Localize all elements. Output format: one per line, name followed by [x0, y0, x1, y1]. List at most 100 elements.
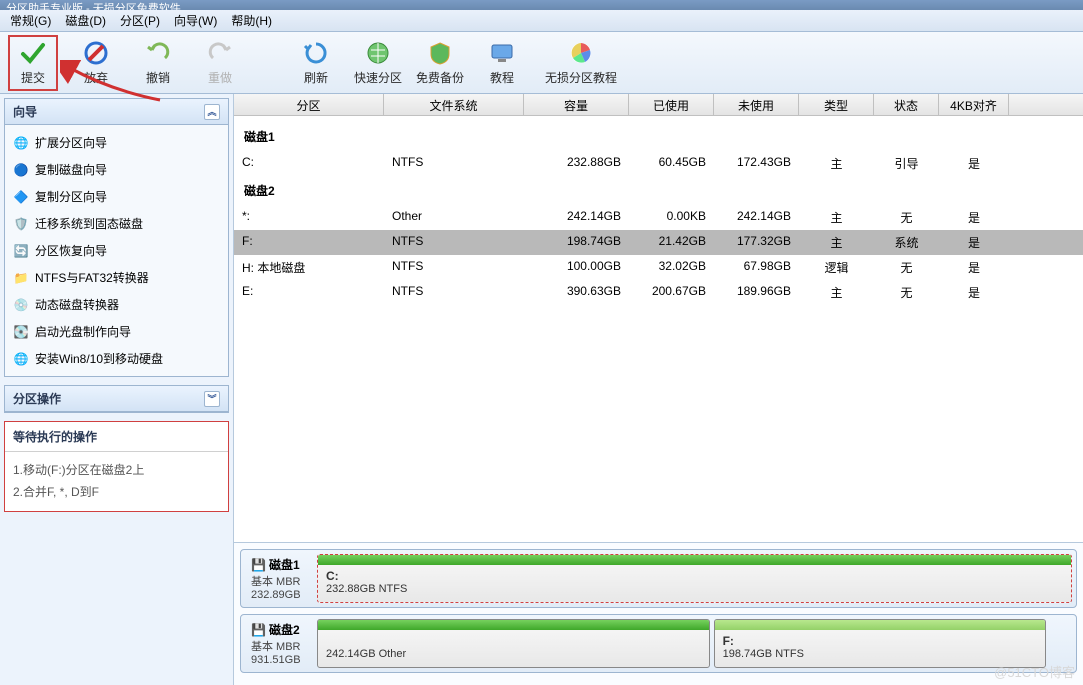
cell: 21.42GB [629, 233, 714, 252]
disk-sub: 基本 MBR [251, 638, 311, 654]
disk-icon: 💾 [251, 623, 266, 637]
refresh-button[interactable]: 刷新 [292, 36, 340, 90]
backup-button[interactable]: 免费备份 [416, 36, 464, 90]
wizard-item[interactable]: 💿动态磁盘转换器 [5, 291, 228, 318]
menu-item[interactable]: 帮助(H) [225, 10, 278, 31]
commit-label: 提交 [21, 69, 45, 86]
cell: 242.14GB [714, 208, 799, 227]
wizard-icon: 🔷 [13, 189, 29, 205]
partition-bar[interactable]: C:232.88GB NTFS [317, 554, 1072, 603]
cell: F: [234, 233, 384, 252]
cell: 67.98GB [714, 258, 799, 277]
cell: NTFS [384, 258, 524, 277]
undo-button[interactable]: 撤销 [134, 36, 182, 90]
disk-map: 💾磁盘2基本 MBR931.51GB242.14GB OtherF:198.74… [240, 614, 1077, 673]
partition-bar[interactable]: 242.14GB Other [317, 619, 710, 668]
cell: 是 [939, 208, 1009, 227]
wizard-label: 启动光盘制作向导 [35, 323, 131, 340]
wizard-panel-title: 向导 [13, 103, 37, 120]
partition-bar[interactable]: F:198.74GB NTFS [714, 619, 1046, 668]
pending-item: 1.移动(F:)分区在磁盘2上 [13, 460, 220, 482]
wizard-panel: 向导 ︽ 🌐扩展分区向导🔵复制磁盘向导🔷复制分区向导 🛡️ 迁移系统到固态磁盘 🔄分区… [4, 98, 229, 377]
refresh-label: 刷新 [304, 69, 328, 86]
partition-row[interactable]: H: 本地磁盘NTFS100.00GB32.02GB67.98GB逻辑无是 [234, 255, 1083, 280]
cell: NTFS [384, 283, 524, 302]
menu-item[interactable]: 向导(W) [168, 10, 223, 31]
wizard-item[interactable]: 🌐扩展分区向导 [5, 129, 228, 156]
redo-button[interactable]: 重做 [196, 36, 244, 90]
partition-stripe [318, 555, 1071, 565]
quick-partition-button[interactable]: 快速分区 [354, 36, 402, 90]
partition-row[interactable]: *:Other242.14GB0.00KB242.14GB主无是 [234, 205, 1083, 230]
cell: 60.45GB [629, 154, 714, 173]
partition-row[interactable]: C:NTFS232.88GB60.45GB172.43GB主引导是 [234, 151, 1083, 176]
partition-grid-body: 磁盘1C:NTFS232.88GB60.45GB172.43GB主引导是磁盘2*… [234, 116, 1083, 542]
column-header[interactable]: 容量 [524, 94, 629, 115]
partition-stripe [715, 620, 1045, 630]
wizard-label: 安装Win8/10到移动硬盘 [35, 350, 163, 367]
partition-bar-label: F:198.74GB NTFS [715, 630, 1045, 664]
wizard-item[interactable]: 💽启动光盘制作向导 [5, 318, 228, 345]
cell: H: 本地磁盘 [234, 258, 384, 277]
wizard-item[interactable]: 🌐 安装Win8/10到移动硬盘 [5, 345, 228, 372]
sidebar: 向导 ︽ 🌐扩展分区向导🔵复制磁盘向导🔷复制分区向导 🛡️ 迁移系统到固态磁盘 🔄分区… [0, 94, 234, 685]
disk-size: 232.89GB [251, 589, 311, 601]
column-header[interactable]: 文件系统 [384, 94, 524, 115]
column-header[interactable]: 未使用 [714, 94, 799, 115]
wizard-label: 动态磁盘转换器 [35, 296, 119, 313]
cell: *: [234, 208, 384, 227]
colorwheel-icon [567, 39, 595, 67]
redo-icon [206, 39, 234, 67]
cell: 逻辑 [799, 258, 874, 277]
disk-sub: 基本 MBR [251, 573, 311, 589]
toolbar: 提交 放弃 撤销 重做 刷新 快速分区 免费备份 教程 无损分区教程 [0, 32, 1083, 94]
cell: 无 [874, 283, 939, 302]
menu-item[interactable]: 常规(G) [4, 10, 57, 31]
column-header[interactable]: 分区 [234, 94, 384, 115]
pending-operations-panel: 等待执行的操作 1.移动(F:)分区在磁盘2上2.合并F, *, D到F [4, 421, 229, 512]
menu-item[interactable]: 分区(P) [114, 10, 166, 31]
wizard-label: 迁移系统到固态磁盘 [35, 215, 143, 232]
column-header[interactable]: 状态 [874, 94, 939, 115]
undo-icon [144, 39, 172, 67]
wizard-icon: 🛡️ [13, 216, 29, 232]
partition-row[interactable]: E:NTFS390.63GB200.67GB189.96GB主无是 [234, 280, 1083, 305]
disk-map-area: 💾磁盘1基本 MBR232.89GBC:232.88GB NTFS💾磁盘2基本 … [234, 542, 1083, 685]
cell: 系统 [874, 233, 939, 252]
menu-bar: 常规(G)磁盘(D)分区(P)向导(W)帮助(H) [0, 10, 1083, 32]
wizard-item[interactable]: 📁NTFS与FAT32转换器 [5, 264, 228, 291]
cell: 是 [939, 154, 1009, 173]
cell: 390.63GB [524, 283, 629, 302]
monitor-icon [488, 39, 516, 67]
wizard-item[interactable]: 🔵复制磁盘向导 [5, 156, 228, 183]
wizard-icon: 🌐 [13, 351, 29, 367]
quick-label: 快速分区 [354, 69, 402, 86]
wizard-item[interactable]: 🔄分区恢复向导 [5, 237, 228, 264]
wizard-item[interactable]: 🛡️ 迁移系统到固态磁盘 [5, 210, 228, 237]
commit-button[interactable]: 提交 [10, 36, 56, 90]
collapse-icon[interactable]: ︽ [204, 104, 220, 120]
wizard-icon: 🔄 [13, 243, 29, 259]
cell: 172.43GB [714, 154, 799, 173]
discard-icon [82, 39, 110, 67]
wizard-item[interactable]: 🔷复制分区向导 [5, 183, 228, 210]
tutorial-button[interactable]: 教程 [478, 36, 526, 90]
globe-icon [364, 39, 392, 67]
cell: 0.00KB [629, 208, 714, 227]
checkmark-icon [19, 39, 47, 67]
partition-row[interactable]: F:NTFS198.74GB21.42GB177.32GB主系统是 [234, 230, 1083, 255]
partition-stripe [318, 620, 709, 630]
menu-item[interactable]: 磁盘(D) [59, 10, 112, 31]
redo-label: 重做 [208, 69, 232, 86]
discard-button[interactable]: 放弃 [72, 36, 120, 90]
expand-icon[interactable]: ︾ [204, 391, 220, 407]
column-header[interactable]: 已使用 [629, 94, 714, 115]
cell: 242.14GB [524, 208, 629, 227]
disk-icon: 💾 [251, 558, 266, 572]
column-header[interactable]: 类型 [799, 94, 874, 115]
column-header[interactable]: 4KB对齐 [939, 94, 1009, 115]
refresh-icon [302, 39, 330, 67]
wizard-icon: 📁 [13, 270, 29, 286]
title-bar: 分区助手专业版 - 无损分区免费软件 [0, 0, 1083, 10]
lossless-tutorial-button[interactable]: 无损分区教程 [540, 36, 622, 90]
